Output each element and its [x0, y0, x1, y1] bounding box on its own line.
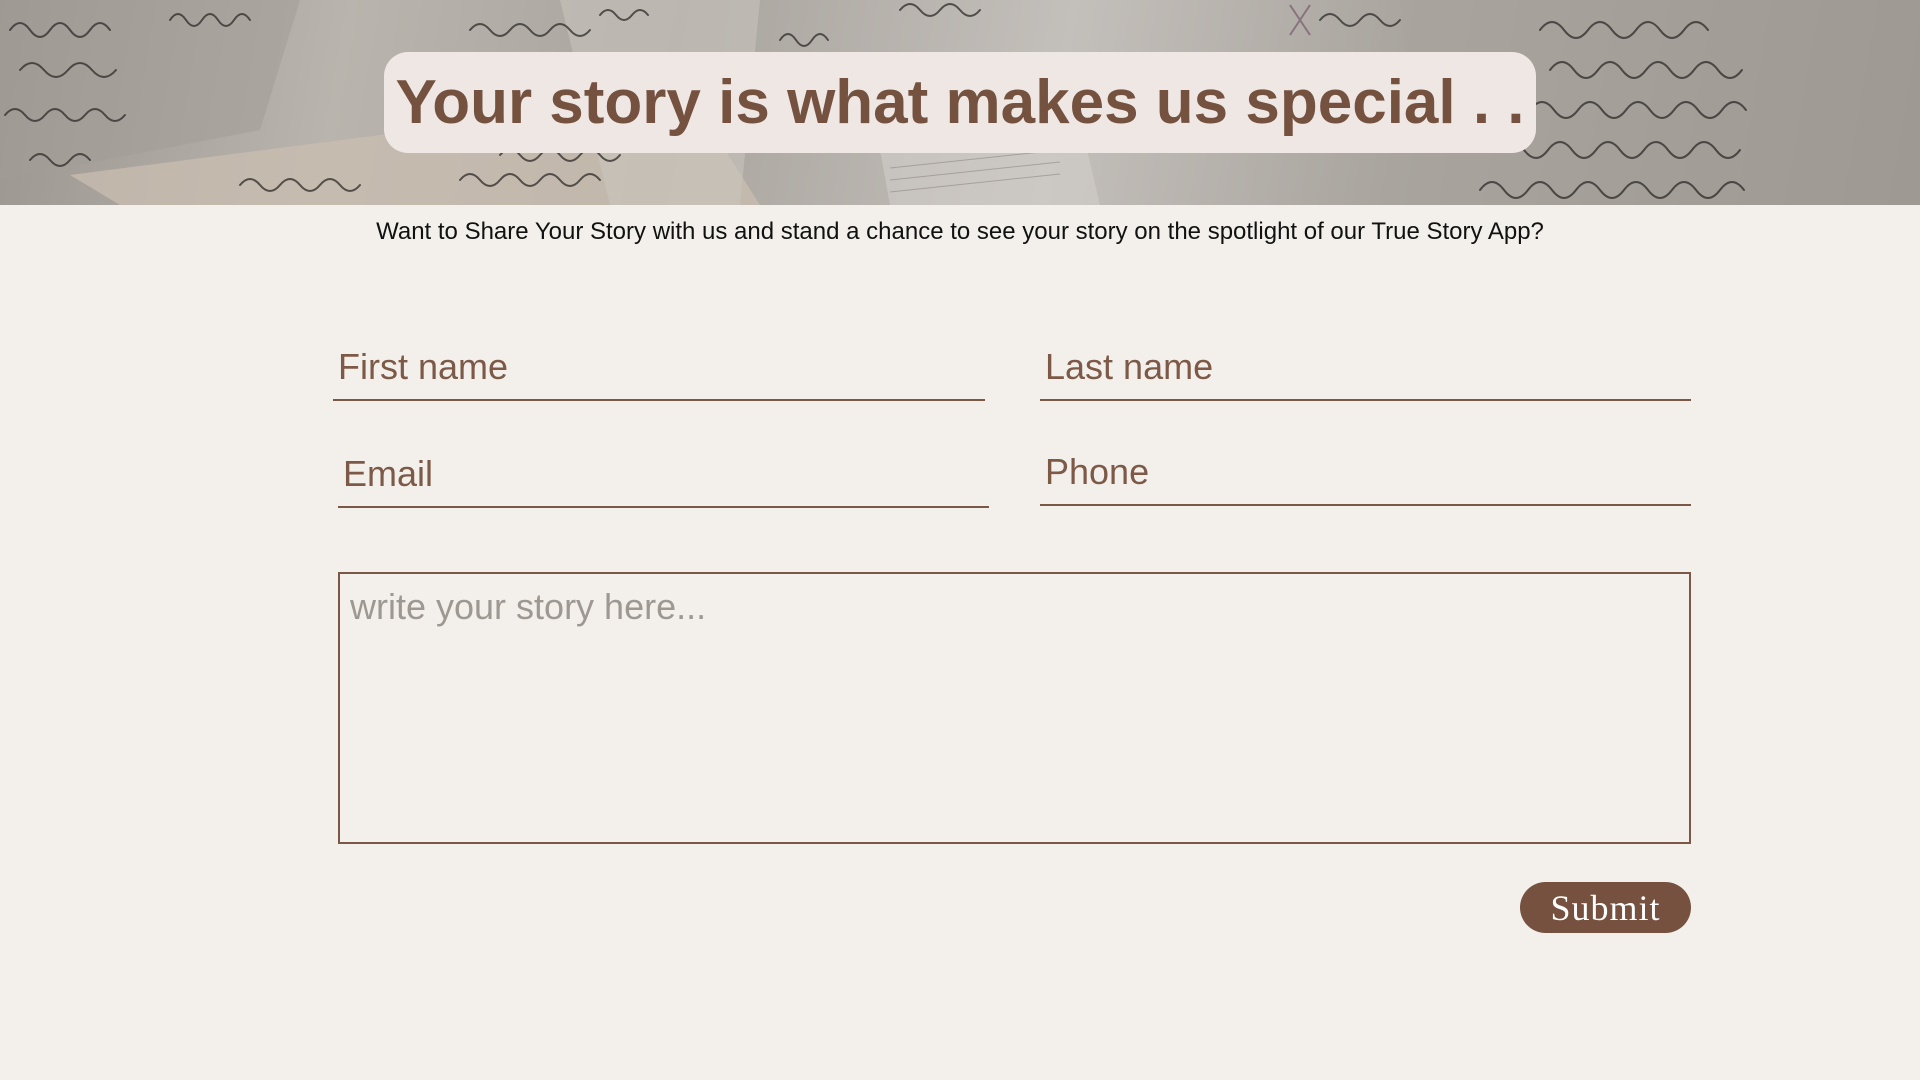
email-field[interactable] — [338, 442, 989, 508]
header-banner: Your story is what makes us special . . — [0, 0, 1920, 205]
title-pill: Your story is what makes us special . . — [384, 52, 1536, 153]
intro-text: Want to Share Your Story with us and sta… — [376, 218, 1544, 245]
page: Your story is what makes us special . . … — [0, 0, 1920, 1080]
phone-field[interactable] — [1040, 440, 1691, 506]
last-name-field[interactable] — [1040, 335, 1691, 401]
page-title: Your story is what makes us special . . — [395, 68, 1525, 137]
story-textarea[interactable] — [338, 572, 1691, 844]
first-name-field[interactable] — [333, 335, 985, 401]
submit-button[interactable]: Submit — [1520, 882, 1691, 933]
